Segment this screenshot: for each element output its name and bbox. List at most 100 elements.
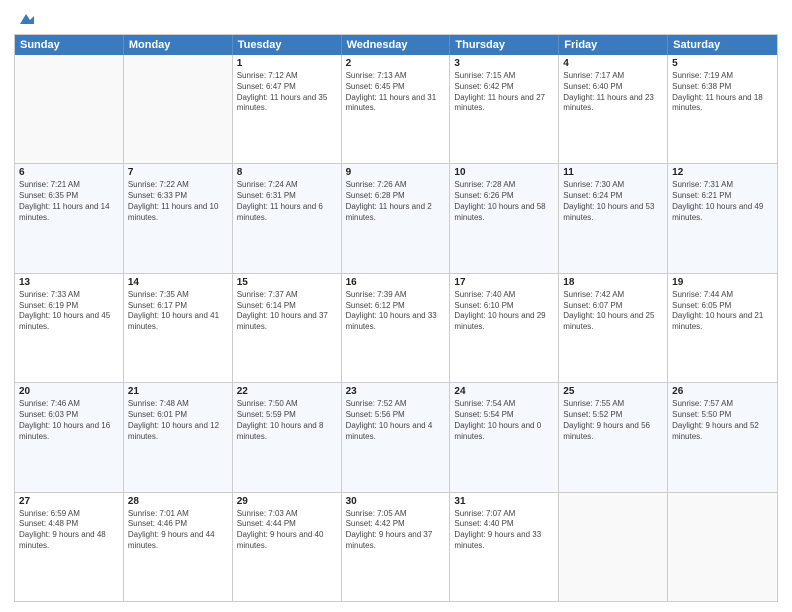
header-day-monday: Monday [124,35,233,55]
header [14,12,778,26]
header-day-tuesday: Tuesday [233,35,342,55]
day-number: 3 [454,58,554,69]
day-number: 26 [672,386,773,397]
day-info: Sunrise: 7:01 AM Sunset: 4:46 PM Dayligh… [128,509,228,552]
calendar-row-5: 27 Sunrise: 6:59 AM Sunset: 4:48 PM Dayli… [15,492,777,601]
day-number: 30 [346,496,446,507]
header-day-sunday: Sunday [15,35,124,55]
calendar-cell: 27 Sunrise: 6:59 AM Sunset: 4:48 PM Dayli… [15,493,124,601]
day-number: 12 [672,167,773,178]
day-info: Sunrise: 7:21 AM Sunset: 6:35 PM Dayligh… [19,180,119,223]
day-info: Sunrise: 7:30 AM Sunset: 6:24 PM Dayligh… [563,180,663,223]
day-number: 8 [237,167,337,178]
day-number: 1 [237,58,337,69]
day-info: Sunrise: 7:31 AM Sunset: 6:21 PM Dayligh… [672,180,773,223]
day-number: 18 [563,277,663,288]
day-info: Sunrise: 7:12 AM Sunset: 6:47 PM Dayligh… [237,71,337,114]
header-day-saturday: Saturday [668,35,777,55]
calendar-cell: 13 Sunrise: 7:33 AM Sunset: 6:19 PM Dayli… [15,274,124,382]
calendar-cell: 28 Sunrise: 7:01 AM Sunset: 4:46 PM Dayli… [124,493,233,601]
calendar-cell: 29 Sunrise: 7:03 AM Sunset: 4:44 PM Dayli… [233,493,342,601]
day-info: Sunrise: 7:42 AM Sunset: 6:07 PM Dayligh… [563,290,663,333]
day-number: 25 [563,386,663,397]
page: SundayMondayTuesdayWednesdayThursdayFrid… [0,0,792,612]
day-number: 28 [128,496,228,507]
day-info: Sunrise: 7:26 AM Sunset: 6:28 PM Dayligh… [346,180,446,223]
calendar-cell: 6 Sunrise: 7:21 AM Sunset: 6:35 PM Daylig… [15,164,124,272]
calendar-cell: 11 Sunrise: 7:30 AM Sunset: 6:24 PM Dayli… [559,164,668,272]
day-info: Sunrise: 7:17 AM Sunset: 6:40 PM Dayligh… [563,71,663,114]
day-number: 19 [672,277,773,288]
day-info: Sunrise: 7:44 AM Sunset: 6:05 PM Dayligh… [672,290,773,333]
day-info: Sunrise: 6:59 AM Sunset: 4:48 PM Dayligh… [19,509,119,552]
day-number: 13 [19,277,119,288]
day-number: 9 [346,167,446,178]
day-info: Sunrise: 7:40 AM Sunset: 6:10 PM Dayligh… [454,290,554,333]
day-number: 29 [237,496,337,507]
day-info: Sunrise: 7:33 AM Sunset: 6:19 PM Dayligh… [19,290,119,333]
calendar-cell: 10 Sunrise: 7:28 AM Sunset: 6:26 PM Dayli… [450,164,559,272]
day-number: 11 [563,167,663,178]
calendar-body: 1 Sunrise: 7:12 AM Sunset: 6:47 PM Daylig… [15,55,777,601]
day-number: 5 [672,58,773,69]
calendar-cell [668,493,777,601]
calendar-cell: 31 Sunrise: 7:07 AM Sunset: 4:40 PM Dayli… [450,493,559,601]
day-info: Sunrise: 7:07 AM Sunset: 4:40 PM Dayligh… [454,509,554,552]
day-info: Sunrise: 7:39 AM Sunset: 6:12 PM Dayligh… [346,290,446,333]
calendar-cell: 30 Sunrise: 7:05 AM Sunset: 4:42 PM Dayli… [342,493,451,601]
calendar-cell: 7 Sunrise: 7:22 AM Sunset: 6:33 PM Daylig… [124,164,233,272]
calendar-cell: 5 Sunrise: 7:19 AM Sunset: 6:38 PM Daylig… [668,55,777,163]
calendar-cell: 20 Sunrise: 7:46 AM Sunset: 6:03 PM Dayli… [15,383,124,491]
calendar-row-3: 13 Sunrise: 7:33 AM Sunset: 6:19 PM Dayli… [15,273,777,382]
day-info: Sunrise: 7:22 AM Sunset: 6:33 PM Dayligh… [128,180,228,223]
calendar-cell: 1 Sunrise: 7:12 AM Sunset: 6:47 PM Daylig… [233,55,342,163]
calendar-cell: 9 Sunrise: 7:26 AM Sunset: 6:28 PM Daylig… [342,164,451,272]
day-number: 20 [19,386,119,397]
day-info: Sunrise: 7:54 AM Sunset: 5:54 PM Dayligh… [454,399,554,442]
header-day-thursday: Thursday [450,35,559,55]
day-info: Sunrise: 7:05 AM Sunset: 4:42 PM Dayligh… [346,509,446,552]
day-number: 16 [346,277,446,288]
logo-bird-icon [16,10,34,28]
day-info: Sunrise: 7:35 AM Sunset: 6:17 PM Dayligh… [128,290,228,333]
day-number: 24 [454,386,554,397]
day-number: 7 [128,167,228,178]
day-info: Sunrise: 7:50 AM Sunset: 5:59 PM Dayligh… [237,399,337,442]
day-info: Sunrise: 7:03 AM Sunset: 4:44 PM Dayligh… [237,509,337,552]
day-info: Sunrise: 7:13 AM Sunset: 6:45 PM Dayligh… [346,71,446,114]
day-number: 23 [346,386,446,397]
day-number: 17 [454,277,554,288]
day-info: Sunrise: 7:28 AM Sunset: 6:26 PM Dayligh… [454,180,554,223]
calendar-cell: 24 Sunrise: 7:54 AM Sunset: 5:54 PM Dayli… [450,383,559,491]
header-day-friday: Friday [559,35,668,55]
calendar-row-2: 6 Sunrise: 7:21 AM Sunset: 6:35 PM Daylig… [15,163,777,272]
calendar-cell: 14 Sunrise: 7:35 AM Sunset: 6:17 PM Dayli… [124,274,233,382]
day-number: 22 [237,386,337,397]
day-info: Sunrise: 7:24 AM Sunset: 6:31 PM Dayligh… [237,180,337,223]
calendar-cell: 23Sunrise: 7:52 AM Sunset: 5:56 PM Dayli… [342,383,451,491]
calendar-cell [124,55,233,163]
calendar-cell: 19 Sunrise: 7:44 AM Sunset: 6:05 PM Dayli… [668,274,777,382]
day-number: 31 [454,496,554,507]
calendar-header: SundayMondayTuesdayWednesdayThursdayFrid… [15,35,777,55]
day-number: 10 [454,167,554,178]
day-info: Sunrise: 7:57 AM Sunset: 5:50 PM Dayligh… [672,399,773,442]
calendar-cell: 21 Sunrise: 7:48 AM Sunset: 6:01 PM Dayli… [124,383,233,491]
day-info: Sunrise: 7:15 AM Sunset: 6:42 PM Dayligh… [454,71,554,114]
calendar-cell: 12 Sunrise: 7:31 AM Sunset: 6:21 PM Dayli… [668,164,777,272]
calendar-cell [15,55,124,163]
day-info: Sunrise: 7:19 AM Sunset: 6:38 PM Dayligh… [672,71,773,114]
day-number: 15 [237,277,337,288]
day-number: 2 [346,58,446,69]
day-number: 14 [128,277,228,288]
calendar-cell: 4Sunrise: 7:17 AM Sunset: 6:40 PM Daylig… [559,55,668,163]
calendar-cell [559,493,668,601]
day-info: Sunrise: 7:46 AM Sunset: 6:03 PM Dayligh… [19,399,119,442]
logo [14,12,34,26]
calendar-cell: 18 Sunrise: 7:42 AM Sunset: 6:07 PM Dayli… [559,274,668,382]
day-info: Sunrise: 7:48 AM Sunset: 6:01 PM Dayligh… [128,399,228,442]
day-number: 6 [19,167,119,178]
day-number: 27 [19,496,119,507]
calendar-cell: 15Sunrise: 7:37 AM Sunset: 6:14 PM Dayli… [233,274,342,382]
day-number: 21 [128,386,228,397]
